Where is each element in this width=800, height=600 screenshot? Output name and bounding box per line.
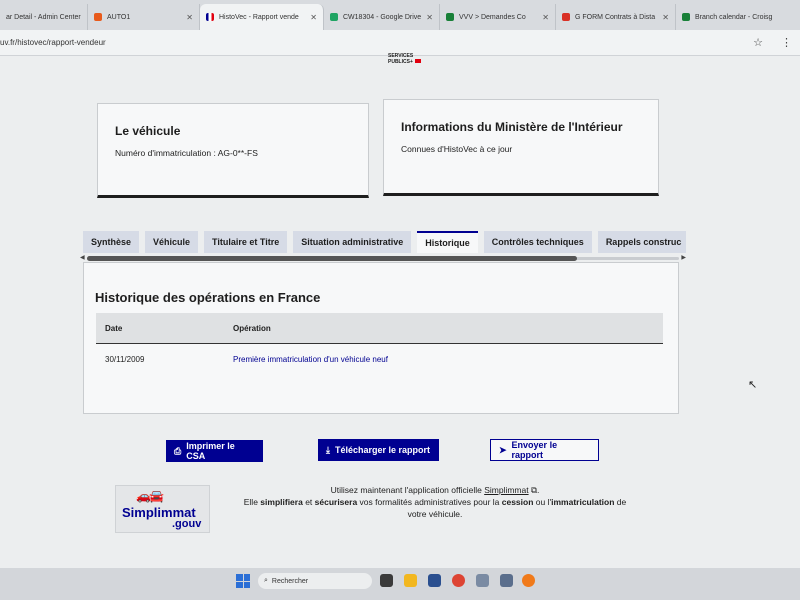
operations-table: Date Opération 30/11/2009 Première immat… (96, 313, 663, 374)
google-drive-favicon-icon (330, 13, 338, 21)
send-report-label: Envoyer le rapport (511, 440, 558, 460)
search-icon: ⌕ (264, 577, 268, 584)
windows-taskbar (0, 568, 800, 600)
tab-rappels-constructeur[interactable]: Rappels construc (597, 231, 686, 253)
tabs-horizontal-scrollbar[interactable]: ◀ ▶ (80, 254, 686, 261)
registration-number: Numéro d'immatriculation : AG-0**-FS (115, 148, 258, 158)
promo-text: de (614, 497, 627, 507)
browser-tab-title: VVV > Demandes Co (459, 13, 526, 21)
browser-tab-auto1[interactable]: AUTO1 ✕ (88, 4, 200, 30)
promo-text: et (302, 497, 315, 507)
promo-bold-text: simplifiera (260, 497, 303, 507)
tab-synthese[interactable]: Synthèse (83, 231, 140, 253)
ministry-card-title: Informations du Ministère de l'Intérieur (401, 120, 623, 134)
auto1-favicon-icon (94, 13, 102, 21)
promo-bold-text: immatriculation (551, 497, 615, 507)
browser-tab-bar: ar Detail - Admin Center ✕ AUTO1 ✕ Histo… (0, 0, 800, 30)
scrollbar-thumb[interactable] (87, 256, 577, 261)
simplimmat-logo[interactable]: 🚗🚘 Simplimmat .gouv (115, 485, 210, 533)
windows-start-icon[interactable] (236, 574, 250, 588)
vehicle-card: Le véhicule Numéro d'immatriculation : A… (97, 103, 369, 198)
operation-date: 30/11/2009 (105, 354, 145, 364)
ministry-card-text: Connues d'HistoVec à ce jour (401, 144, 513, 154)
firefox-icon[interactable] (522, 574, 535, 587)
browser-tab-google-drive[interactable]: CW18304 - Google Drive ✕ (324, 4, 440, 30)
close-icon[interactable]: ✕ (186, 13, 193, 22)
print-csa-label: Imprimer le CSA (186, 441, 235, 461)
history-title: Historique des opérations en France (95, 290, 321, 305)
french-flag-favicon-icon (206, 13, 214, 21)
send-icon: ➤ (499, 444, 507, 455)
promo-text: Elle (243, 497, 261, 507)
promo-bold-text: sécurisera (314, 497, 358, 507)
download-icon: ⤓ (326, 444, 330, 455)
browser-tab-title: ar Detail - Admin Center (6, 13, 81, 21)
browser-menu-icon[interactable]: ⋮ (781, 36, 792, 49)
tab-situation-administrative[interactable]: Situation administrative (293, 231, 412, 253)
task-view-icon[interactable] (380, 574, 393, 587)
column-header-date: Date (105, 323, 123, 333)
column-header-operation: Opération (233, 323, 271, 333)
tab-controles-techniques[interactable]: Contrôles techniques (483, 231, 592, 253)
taskbar-search-placeholder: Rechercher (271, 577, 309, 585)
browser-tab-title: HistoVec - Rapport vende (219, 13, 299, 21)
download-report-label: Télécharger le rapport (334, 445, 431, 455)
browser-tab-demandes[interactable]: VVV > Demandes Co ✕ (440, 4, 556, 30)
promo-bold-text: cession (501, 497, 534, 507)
car-icon: 🚗🚘 (136, 489, 164, 503)
simplimmat-logo-suffix: .gouv (172, 518, 202, 530)
close-icon[interactable]: ✕ (426, 13, 433, 22)
printer-icon: ⎙ (174, 445, 182, 456)
promo-text: . (537, 485, 540, 495)
send-report-button[interactable]: ➤ Envoyer le rapport (490, 439, 599, 461)
snipping-tool-icon[interactable] (500, 574, 513, 587)
operation-label: Première immatriculation d'un véhicule n… (233, 354, 388, 364)
promo-text: Utilisez maintenant l'application offici… (330, 485, 485, 495)
report-tabs: Synthèse Véhicule Titulaire et Titre Sit… (83, 231, 686, 254)
print-csa-button[interactable]: ⎙ Imprimer le CSA (166, 440, 263, 462)
app-icon[interactable] (476, 574, 489, 587)
simplimmat-promo-text: Utilisez maintenant l'application offici… (230, 484, 640, 520)
table-header: Date Opération (96, 313, 663, 344)
taskbar-search-input[interactable]: ⌕ Rechercher (258, 573, 372, 589)
ministry-card: Informations du Ministère de l'Intérieur… (383, 99, 659, 196)
chrome-icon[interactable] (452, 574, 465, 587)
file-explorer-icon[interactable] (404, 574, 417, 587)
mouse-cursor-icon: ↖ (748, 379, 758, 391)
sheets-favicon-icon (682, 13, 690, 21)
promo-text: vos formalités administratives pour la (357, 497, 502, 507)
browser-tab-title: AUTO1 (107, 13, 131, 21)
browser-tab-title: G FORM Contrats à Dista (575, 13, 656, 21)
store-icon[interactable] (428, 574, 441, 587)
logo-line-2: PUBLICS+ (388, 59, 413, 65)
scroll-right-icon[interactable]: ▶ (681, 254, 686, 261)
browser-tab-title: CW18304 - Google Drive (343, 13, 422, 21)
table-row: 30/11/2009 Première immatriculation d'un… (96, 344, 663, 374)
tab-vehicule[interactable]: Véhicule (145, 231, 199, 253)
close-icon[interactable]: ✕ (310, 13, 317, 22)
close-icon[interactable]: ✕ (662, 13, 669, 22)
promo-text: ou l' (533, 497, 552, 507)
url-field[interactable]: uv.fr/histovec/rapport-vendeur (0, 38, 753, 47)
tab-historique[interactable]: Historique (417, 231, 478, 253)
browser-tab-title: Branch calendar - Croisg (695, 13, 773, 21)
bookmark-star-icon[interactable]: ☆ (753, 36, 763, 49)
vehicle-card-title: Le véhicule (115, 124, 181, 138)
browser-tab-branch-calendar[interactable]: Branch calendar - Croisg (676, 4, 800, 30)
flag-icon (414, 59, 421, 63)
history-panel: Historique des opérations en France Date… (83, 262, 679, 414)
close-icon[interactable]: ✕ (542, 13, 549, 22)
services-publics-logo: SERVICES PUBLICS+ (388, 53, 421, 65)
scroll-left-icon[interactable]: ◀ (80, 254, 85, 261)
browser-tab-histovec[interactable]: HistoVec - Rapport vende ✕ (200, 4, 324, 30)
promo-text: votre véhicule. (407, 509, 463, 519)
gform-favicon-icon (562, 13, 570, 21)
simplimmat-link[interactable]: Simplimmat (484, 485, 528, 495)
tab-titulaire-et-titre[interactable]: Titulaire et Titre (204, 231, 288, 253)
browser-tab-gform[interactable]: G FORM Contrats à Dista ✕ (556, 4, 676, 30)
download-report-button[interactable]: ⤓ Télécharger le rapport (318, 439, 439, 461)
sheets-favicon-icon (446, 13, 454, 21)
browser-tab-admin-center[interactable]: ar Detail - Admin Center ✕ (0, 4, 88, 30)
